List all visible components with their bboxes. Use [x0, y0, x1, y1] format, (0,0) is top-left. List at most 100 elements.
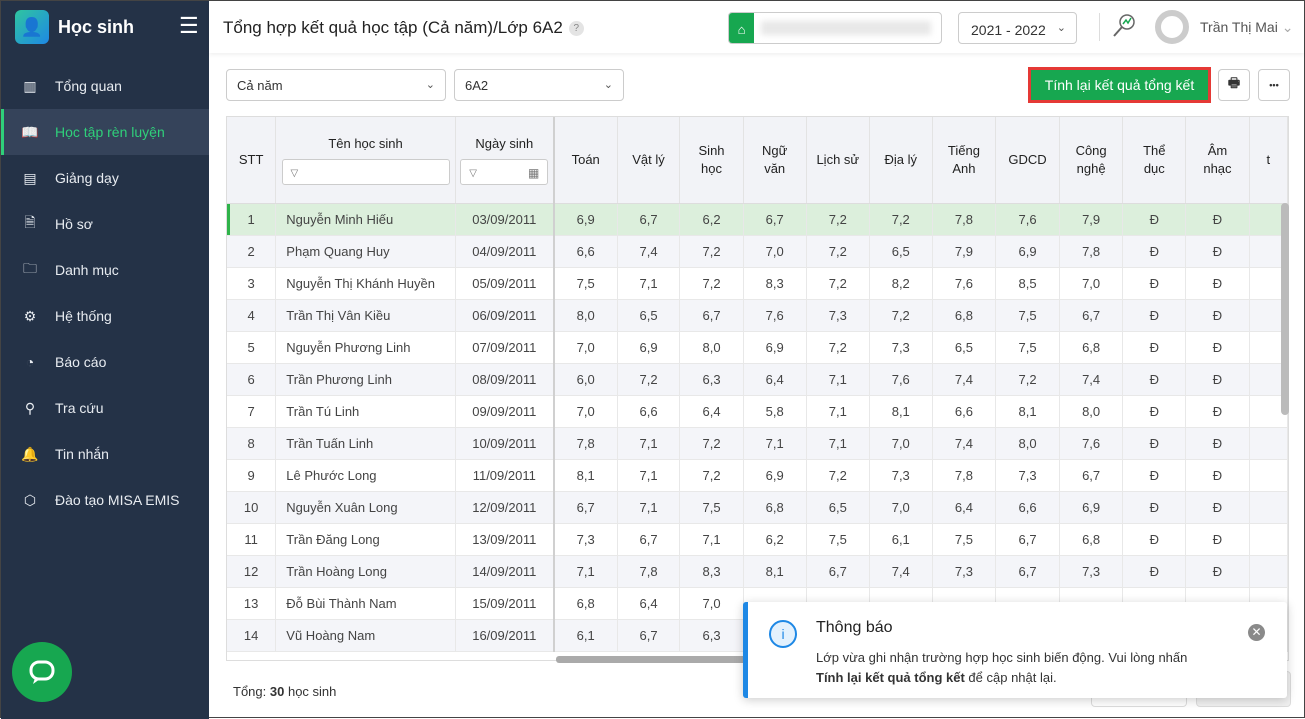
table-cell: 11	[227, 523, 277, 556]
table-cell: Đ	[1122, 523, 1187, 556]
school-year-select[interactable]: 2021 - 2022 ⌄	[958, 12, 1077, 44]
table-row[interactable]: 5 Nguyễn Phương Linh 07/09/2011 7,0 6,9 8,0 6,…	[227, 331, 1288, 364]
sidebar-item-4[interactable]: 🗀 Danh mục	[1, 247, 209, 293]
sidebar-item-label: Báo cáo	[55, 354, 107, 370]
table-cell: 6,5	[932, 331, 997, 364]
table-cell: 6,7	[1059, 299, 1124, 332]
school-year-value: 2021 - 2022	[971, 22, 1046, 38]
table-row[interactable]: 6 Trần Phương Linh 08/09/2011 6,0 7,2 6,3 6,4 7…	[227, 363, 1288, 396]
class-select[interactable]: 6A2 ⌄	[454, 69, 624, 101]
table-row[interactable]: 10 Nguyễn Xuân Long 12/09/2011 6,7 7,1 7,5 6,8…	[227, 491, 1288, 524]
table-row[interactable]: 9 Lê Phước Long 11/09/2011 8,1 7,1 7,2 6,9 7,2 7…	[227, 459, 1288, 492]
table-cell: 06/09/2011	[455, 299, 555, 332]
table-row[interactable]: 3 Nguyễn Thị Khánh Huyền 05/09/2011 7,5 7,1 7…	[227, 267, 1288, 300]
sidebar-item-8[interactable]: 🔔 Tin nhắn	[1, 431, 209, 477]
sidebar-item-5[interactable]: ⚙ Hệ thống	[1, 293, 209, 339]
table-cell: Đ	[1122, 555, 1187, 588]
chart-bars-icon: ▥	[23, 77, 37, 94]
recalculate-results-button[interactable]: Tính lại kết quả tổng kết	[1028, 67, 1211, 103]
total-count: 30	[269, 684, 285, 699]
header-subject: t	[1249, 117, 1288, 204]
table-cell: Đ	[1122, 459, 1187, 492]
calendar-icon[interactable]: ▦	[528, 164, 539, 182]
lookup-chart-icon[interactable]	[1111, 13, 1137, 39]
class-value: 6A2	[465, 78, 489, 93]
sidebar-item-3[interactable]: 🗎 Hồ sơ	[1, 201, 209, 247]
table-cell: 3	[227, 267, 277, 300]
menu-toggle-icon[interactable]: ☰	[179, 13, 199, 39]
table-row[interactable]: 11 Trần Đăng Long 13/09/2011 7,3 6,7 7,1 6,2 7,…	[227, 523, 1288, 556]
sidebar-item-9[interactable]: ⬡ Đào tạo MISA EMIS	[1, 477, 209, 523]
table-cell: 6,1	[869, 523, 933, 556]
table-cell: 6,7	[679, 299, 744, 332]
help-icon[interactable]: ?	[568, 21, 584, 37]
table-row[interactable]: 12 Trần Hoàng Long 14/09/2011 7,1 7,8 8,3 8,1 6…	[227, 555, 1288, 588]
table-cell	[1249, 427, 1288, 460]
table-cell: 7,2	[869, 203, 933, 236]
table-cell: 7,3	[806, 299, 870, 332]
table-cell: 7,3	[869, 331, 933, 364]
header-label: Tên học sinh	[328, 135, 403, 151]
print-button[interactable]: 🖶	[1218, 69, 1250, 101]
info-icon: i	[769, 620, 797, 648]
table-cell: 7,4	[1059, 363, 1124, 396]
table-cell: 08/09/2011	[455, 363, 555, 396]
table-cell: 14	[227, 619, 277, 652]
table-cell: Vũ Hoàng Nam	[275, 619, 456, 652]
table-cell: 6,5	[617, 299, 681, 332]
more-button[interactable]: •••	[1258, 69, 1290, 101]
sidebar-item-7[interactable]: ⚲ Tra cứu	[1, 385, 209, 431]
sidebar-item-0[interactable]: ▥ Tổng quan	[1, 63, 209, 109]
table-row[interactable]: 2 Phạm Quang Huy 04/09/2011 6,6 7,4 7,2 7,0 7,2…	[227, 235, 1288, 268]
table-cell: 7,9	[932, 235, 997, 268]
header-subject: Sinh học	[679, 117, 744, 204]
table-row[interactable]: 7 Trần Tú Linh 09/09/2011 7,0 6,6 6,4 5,8 7,1 8,…	[227, 395, 1288, 428]
header-label: Vật lý	[632, 151, 665, 167]
table-cell: 05/09/2011	[455, 267, 555, 300]
table-cell: Đ	[1185, 267, 1250, 300]
name-filter-input[interactable]: ▽	[281, 158, 450, 185]
avatar[interactable]	[1155, 10, 1189, 44]
notification-toast: i Thông báo Lớp vừa ghi nhận trường hợp …	[743, 602, 1287, 698]
table-cell: Đ	[1185, 459, 1250, 492]
sidebar-item-label: Tin nhắn	[55, 446, 109, 462]
table-cell: 7,0	[679, 587, 744, 620]
dob-filter-input[interactable]: ▽ ▦	[460, 158, 549, 185]
chevron-down-icon: ⌄	[425, 79, 435, 91]
table-row[interactable]: 4 Trần Thị Vân Kiều 06/09/2011 8,0 6,5 6,7 7,6…	[227, 299, 1288, 332]
table-cell: 5,8	[743, 395, 807, 428]
vertical-scrollbar[interactable]	[1281, 203, 1289, 415]
header-label: Thể	[1143, 142, 1166, 158]
close-icon[interactable]: ✕	[1248, 624, 1265, 641]
table-cell: Đ	[1122, 267, 1187, 300]
sidebar-item-2[interactable]: ▤ Giảng dạy	[1, 155, 209, 201]
table-cell: 04/09/2011	[455, 235, 555, 268]
header-name: Tên học sinh ▽	[275, 117, 456, 204]
table-cell: Trần Tú Linh	[275, 395, 456, 428]
home-icon: ⌂	[729, 13, 754, 43]
sidebar: 👤 Học sinh ☰ ▥ Tổng quan 📖 Học tập rèn luyệ…	[1, 1, 209, 719]
header-subject: Công nghệ	[1059, 117, 1124, 204]
table-row[interactable]: 1 Nguyễn Minh Hiếu 03/09/2011 6,9 6,7 6,2 6,7 7…	[227, 203, 1288, 236]
user-name: Trần Thị Mai	[1200, 19, 1278, 35]
table-cell: Đ	[1122, 491, 1187, 524]
sidebar-item-label: Hệ thống	[55, 308, 112, 324]
chat-button[interactable]	[12, 642, 72, 702]
table-cell: Đ	[1185, 235, 1250, 268]
table-cell: 6,8	[743, 491, 807, 524]
period-select[interactable]: Cả năm ⌄	[226, 69, 446, 101]
user-menu[interactable]: Trần Thị Mai ⌄	[1200, 19, 1293, 36]
table-cell: Đ	[1122, 363, 1187, 396]
sidebar-item-1[interactable]: 📖 Học tập rèn luyện	[1, 109, 209, 155]
table-cell: Đ	[1185, 363, 1250, 396]
sidebar-item-6[interactable]: ◔ Báo cáo	[1, 339, 209, 385]
sidebar-item-label: Giảng dạy	[55, 170, 119, 186]
table-cell: 11/09/2011	[455, 459, 555, 492]
table-row[interactable]: 8 Trần Tuấn Linh 10/09/2011 7,8 7,1 7,2 7,1 7,1…	[227, 427, 1288, 460]
table-cell: Đỗ Bùi Thành Nam	[275, 587, 456, 620]
table-cell: 7,1	[617, 491, 681, 524]
table-cell: 4	[227, 299, 277, 332]
school-selector[interactable]: ⌂	[728, 12, 942, 44]
chevron-down-icon: ⌄	[1056, 22, 1066, 34]
table-cell: 7,8	[617, 555, 681, 588]
